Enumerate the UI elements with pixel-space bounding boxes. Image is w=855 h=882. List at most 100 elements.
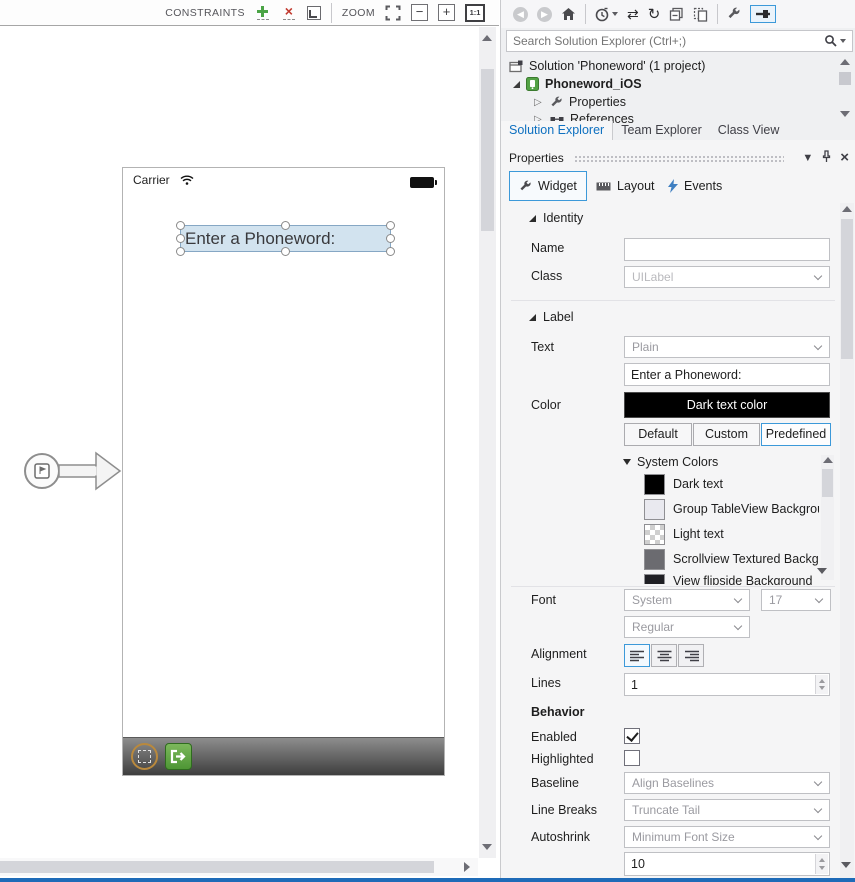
close-icon[interactable]: × [840, 151, 849, 165]
label-text-input[interactable] [624, 363, 830, 386]
color-predefined-button[interactable]: Predefined [761, 423, 831, 446]
tree-scrollbar[interactable] [838, 57, 852, 119]
search-input[interactable] [513, 34, 824, 48]
properties-window-button-selected[interactable] [750, 5, 776, 23]
system-colors-scrollbar[interactable] [821, 455, 834, 580]
solution-search-box[interactable] [506, 30, 853, 52]
tab-class-view[interactable]: Class View [710, 121, 788, 140]
tree-item-solution[interactable]: Solution 'Phoneword' (1 project) [501, 57, 835, 75]
color-default-button[interactable]: Default [624, 423, 692, 446]
scroll-down-arrow[interactable] [817, 568, 827, 574]
color-item-label[interactable]: Dark text [673, 477, 819, 491]
pending-changes-filter-icon[interactable] [595, 7, 618, 22]
properties-toolbar-icon[interactable] [727, 7, 741, 21]
scroll-down-arrow[interactable] [482, 844, 492, 850]
expander-collapsed-icon[interactable]: ▷ [534, 97, 544, 108]
color-item-swatch[interactable] [644, 524, 665, 545]
enabled-checkbox[interactable] [624, 728, 640, 744]
zoom-actual-size-button[interactable]: 1:1 [465, 4, 485, 22]
resize-handle[interactable] [176, 221, 185, 230]
home-icon[interactable] [561, 7, 576, 21]
line-breaks-dropdown[interactable]: Truncate Tail [624, 799, 830, 821]
scroll-thumb[interactable] [0, 861, 434, 873]
color-item-swatch[interactable] [644, 474, 665, 495]
tab-events[interactable]: Events [659, 171, 731, 201]
tab-widget[interactable]: Widget [509, 171, 587, 201]
tab-solution-explorer[interactable]: Solution Explorer [501, 121, 613, 140]
color-custom-button[interactable]: Custom [693, 423, 760, 446]
autoshrink-size-input[interactable] [625, 853, 815, 875]
resize-handle[interactable] [386, 247, 395, 256]
frame-edit-button[interactable] [307, 6, 321, 20]
remove-constraint-button[interactable]: × [281, 6, 297, 20]
zoom-fit-button[interactable] [385, 5, 401, 21]
resize-handle[interactable] [386, 234, 395, 243]
scroll-up-arrow[interactable] [823, 457, 833, 463]
text-mode-dropdown[interactable]: Plain [624, 336, 830, 358]
scroll-up-arrow[interactable] [482, 35, 492, 41]
color-swatch-button[interactable]: Dark text color [624, 392, 830, 418]
color-item-swatch[interactable] [644, 574, 665, 584]
align-center-button[interactable] [651, 644, 677, 667]
canvas-vertical-scrollbar[interactable] [479, 27, 496, 858]
refresh-icon[interactable]: ↻ [648, 5, 661, 23]
section-identity[interactable]: Identity [529, 211, 583, 225]
stepper-arrows[interactable] [815, 675, 828, 694]
color-item-label[interactable]: Group TableView Backgrou [673, 502, 819, 516]
font-weight-dropdown[interactable]: Regular [624, 616, 750, 638]
scroll-up-arrow[interactable] [840, 59, 850, 65]
font-size-dropdown[interactable]: 17 [761, 589, 831, 611]
zoom-in-button[interactable]: + [438, 4, 455, 21]
sync-with-active-document-icon[interactable]: ⇄ [627, 6, 639, 23]
window-menu-chevron-icon[interactable]: ▼ [802, 151, 813, 165]
scroll-right-arrow[interactable] [464, 862, 470, 872]
chevron-down-icon[interactable] [840, 39, 846, 43]
highlighted-checkbox[interactable] [624, 750, 640, 766]
resize-handle[interactable] [176, 234, 185, 243]
scroll-down-arrow[interactable] [840, 111, 850, 117]
storyboard-canvas[interactable]: Carrier Enter a Phoneword: [0, 27, 478, 858]
autoshrink-size-stepper[interactable] [624, 852, 830, 876]
tree-item-project[interactable]: Phoneword_iOS [501, 75, 835, 93]
pin-icon[interactable] [821, 150, 832, 167]
canvas-horizontal-scrollbar[interactable] [0, 858, 478, 876]
scroll-thumb[interactable] [822, 469, 833, 497]
scroll-down-arrow[interactable] [841, 862, 851, 868]
expander-expanded-icon[interactable] [513, 81, 520, 88]
color-item-label[interactable]: Scrollview Textured Backgr [673, 552, 819, 566]
exit-segue-icon[interactable] [165, 743, 192, 770]
resize-handle[interactable] [281, 221, 290, 230]
scroll-thumb[interactable] [481, 69, 494, 231]
font-family-dropdown[interactable]: System [624, 589, 750, 611]
class-dropdown[interactable]: UILabel [624, 266, 830, 288]
search-icon[interactable] [824, 34, 838, 48]
align-right-button[interactable] [678, 644, 704, 667]
drag-grip[interactable] [574, 155, 785, 162]
scroll-thumb[interactable] [839, 72, 851, 85]
stepper-arrows[interactable] [815, 854, 828, 874]
viewcontroller-selection-icon[interactable] [131, 743, 158, 770]
initial-viewcontroller-arrow[interactable] [18, 446, 124, 496]
color-item-swatch[interactable] [644, 549, 665, 570]
autoshrink-dropdown[interactable]: Minimum Font Size [624, 826, 830, 848]
name-input[interactable] [624, 238, 830, 261]
zoom-out-button[interactable]: − [411, 4, 428, 21]
tab-layout[interactable]: Layout [587, 171, 664, 201]
collapse-all-icon[interactable] [669, 7, 684, 22]
iphone-viewcontroller[interactable]: Carrier Enter a Phoneword: [122, 167, 445, 776]
resize-handle[interactable] [176, 247, 185, 256]
back-icon[interactable]: ◀ [513, 7, 528, 22]
resize-handle[interactable] [281, 247, 290, 256]
system-colors-header[interactable]: System Colors [623, 455, 718, 469]
properties-scrollbar[interactable] [840, 203, 854, 878]
uilabel-control-selected[interactable]: Enter a Phoneword: [180, 225, 391, 252]
tree-item-properties[interactable]: ▷ Properties [501, 93, 835, 111]
show-all-files-icon[interactable] [693, 7, 708, 22]
tab-team-explorer[interactable]: Team Explorer [613, 121, 710, 140]
forward-icon[interactable]: ▶ [537, 7, 552, 22]
resize-handle[interactable] [386, 221, 395, 230]
lines-stepper[interactable] [624, 673, 830, 696]
add-constraint-button[interactable] [255, 6, 271, 20]
color-item-label[interactable]: Light text [673, 527, 819, 541]
baseline-dropdown[interactable]: Align Baselines [624, 772, 830, 794]
